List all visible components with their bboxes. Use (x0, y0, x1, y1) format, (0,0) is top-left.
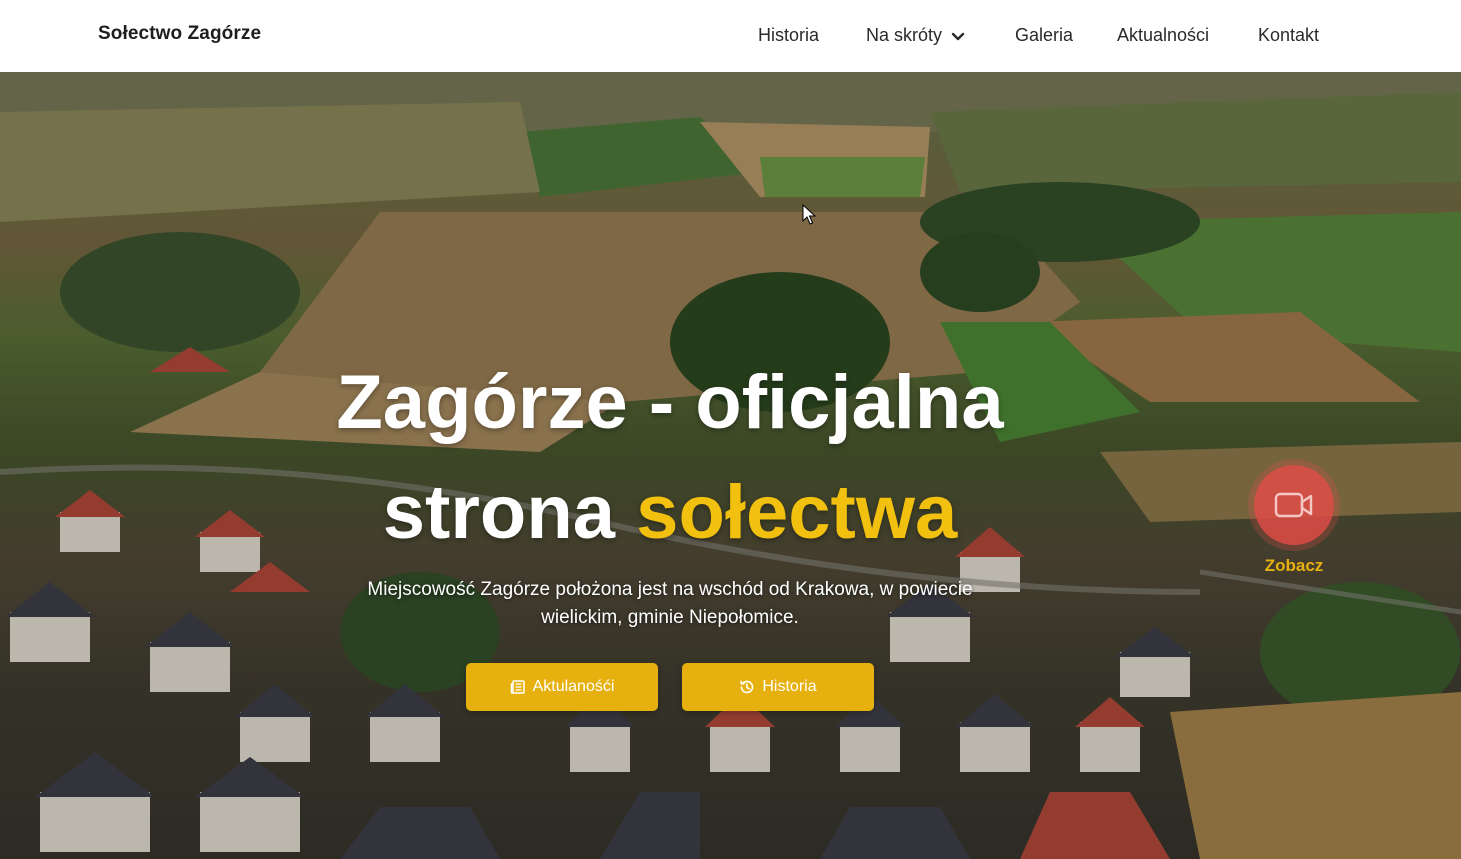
video-label[interactable]: Zobacz (1240, 556, 1348, 576)
nav-item-galeria[interactable]: Galeria (1015, 25, 1073, 46)
hero-title: Zagórze - oficjalna strona sołectwa (0, 348, 1340, 568)
hero-title-plain: strona (382, 470, 637, 555)
nav-item-na-skroty[interactable]: Na skróty (866, 25, 966, 46)
history-icon (740, 680, 754, 694)
video-camera-icon (1274, 492, 1313, 518)
hero-title-line2: strona sołectwa (0, 458, 1340, 568)
nav-item-aktualnosci[interactable]: Aktualności (1117, 25, 1209, 46)
history-button[interactable]: Historia (682, 663, 874, 711)
nav-item-label: Kontakt (1258, 25, 1320, 45)
hero-section: Zagórze - oficjalna strona sołectwa Miej… (0, 72, 1461, 859)
news-button-label: Aktulanośći (532, 678, 615, 695)
hero-title-line1: Zagórze - oficjalna (336, 360, 1004, 445)
history-button-label: Historia (762, 678, 817, 695)
nav-item-historia[interactable]: Historia (758, 25, 819, 46)
news-button[interactable]: Aktulanośći (466, 663, 658, 711)
nav-item-label: Na skróty (866, 25, 943, 45)
nav-item-label: Galeria (1015, 25, 1074, 45)
chevron-down-icon (951, 32, 965, 40)
hero-title-accent: sołectwa (636, 470, 958, 555)
site-header: Sołectwo Zagórze Historia Na skróty Gale… (0, 0, 1461, 72)
nav-item-label: Historia (758, 25, 820, 45)
nav-item-label: Aktualności (1117, 25, 1210, 45)
mouse-cursor-icon (802, 204, 816, 225)
video-play-button[interactable] (1254, 465, 1334, 545)
newspaper-icon (510, 680, 525, 694)
main-nav: Historia Na skróty Galeria Aktualności K… (0, 0, 1461, 72)
nav-item-kontakt[interactable]: Kontakt (1258, 25, 1319, 46)
hero-subtitle: Miejscowość Zagórze położona jest na wsc… (367, 579, 973, 628)
